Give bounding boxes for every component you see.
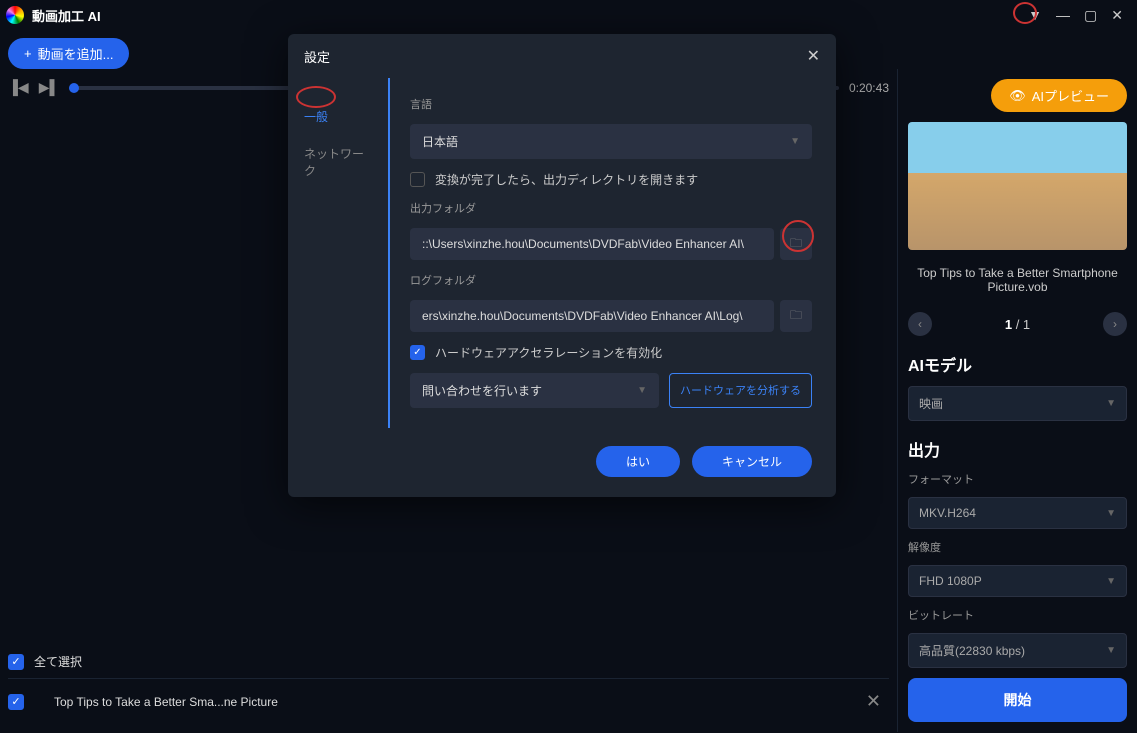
format-select[interactable]: MKV.H264 ▼ [908,497,1127,529]
pager: ‹ 1 / 1 › [908,312,1127,336]
format-label: フォーマット [908,471,1127,487]
ai-preview-button[interactable]: 👁 AIプレビュー [991,79,1127,112]
pager-prev-icon[interactable]: ‹ [908,312,932,336]
language-select[interactable]: 日本語 ▼ [410,124,812,159]
tab-network[interactable]: ネットワーク [288,135,388,189]
dialog-body: 一般 ネットワーク 言語 日本語 ▼ 変換が完了したら、出力ディレクトリを開きま… [288,78,836,428]
language-value: 日本語 [422,133,458,150]
list-header: ✓ 全て選択 [8,645,889,679]
resolution-label: 解像度 [908,539,1127,555]
list-item[interactable]: ✓ Top Tips to Take a Better Sma...ne Pic… [8,679,889,724]
tab-general[interactable]: 一般 [288,98,388,135]
remove-item-icon[interactable]: ✕ [858,691,889,712]
dialog-close-icon[interactable]: ✕ [807,46,820,66]
resolution-value: FHD 1080P [919,574,982,588]
chevron-down-icon: ▼ [1106,576,1116,587]
add-video-label: 動画を追加... [38,44,114,63]
ai-model-value: 映画 [919,395,943,412]
minimize-icon[interactable]: — [1056,7,1070,23]
hw-analyze-button[interactable]: ハードウェアを分析する [669,373,812,408]
preview-thumbnail [908,122,1127,250]
log-folder-label: ログフォルダ [410,272,812,288]
pager-count: 1 / 1 [1005,317,1030,332]
timeline-handle[interactable] [69,83,79,93]
ai-model-select[interactable]: 映画 ▼ [908,386,1127,421]
bitrate-label: ビットレート [908,607,1127,623]
bitrate-value: 高品質(22830 kbps) [919,642,1025,659]
log-folder-row: ers\xinzhe.hou\Documents\DVDFab\Video En… [410,300,812,332]
dropdown-icon[interactable]: ▼ [1028,7,1042,23]
ok-button[interactable]: はい [596,446,680,477]
format-value: MKV.H264 [919,506,976,520]
prev-icon[interactable]: ▐◀ [8,79,29,96]
chevron-down-icon: ▼ [637,385,647,396]
chevron-down-icon: ▼ [1106,645,1116,656]
output-folder-browse-icon[interactable]: 🗀 [780,228,812,260]
app-logo-icon [6,6,24,24]
hw-query-row: 問い合わせを行います ▼ ハードウェアを分析する [410,373,812,408]
close-icon[interactable]: ✕ [1111,7,1123,24]
dialog-header: 設定 ✕ [288,34,836,78]
hw-accel-row: ✓ ハードウェアアクセラレーションを有効化 [410,344,812,361]
log-folder-input[interactable]: ers\xinzhe.hou\Documents\DVDFab\Video En… [410,300,774,332]
maximize-icon[interactable]: ▢ [1084,7,1097,24]
open-output-checkbox[interactable] [410,172,425,187]
dialog-footer: はい キャンセル [288,428,836,497]
log-folder-browse-icon[interactable]: 🗀 [780,300,812,332]
chevron-down-icon: ▼ [1106,508,1116,519]
dialog-sidebar: 一般 ネットワーク [288,78,388,428]
language-label: 言語 [410,96,812,112]
app-title: 動画加工 AI [32,6,101,25]
right-panel: 👁 AIプレビュー Top Tips to Take a Better Smar… [897,69,1137,732]
pager-next-icon[interactable]: › [1103,312,1127,336]
ai-model-title: AIモデル [908,352,1127,376]
timecode: 0:20:43 [849,81,889,95]
resolution-select[interactable]: FHD 1080P ▼ [908,565,1127,597]
eye-icon: 👁 [1009,88,1026,104]
ai-preview-label: AIプレビュー [1032,86,1109,105]
select-all-checkbox[interactable]: ✓ [8,654,24,670]
hw-accel-label: ハードウェアアクセラレーションを有効化 [435,344,662,361]
file-list: ✓ 全て選択 ✓ Top Tips to Take a Better Sma..… [0,637,897,732]
item-label: Top Tips to Take a Better Sma...ne Pictu… [54,695,278,709]
open-output-row: 変換が完了したら、出力ディレクトリを開きます [410,171,812,188]
hw-query-select[interactable]: 問い合わせを行います ▼ [410,373,659,408]
output-title: 出力 [908,437,1127,461]
cancel-button[interactable]: キャンセル [692,446,812,477]
output-folder-input[interactable]: ::\Users\xinzhe.hou\Documents\DVDFab\Vid… [410,228,774,260]
window-controls: ▼ — ▢ ✕ [1028,7,1131,24]
preview-caption: Top Tips to Take a Better Smartphone Pic… [908,266,1127,294]
select-all-label: 全て選択 [34,653,82,670]
bitrate-select[interactable]: 高品質(22830 kbps) ▼ [908,633,1127,668]
chevron-down-icon: ▼ [1106,398,1116,409]
next-icon[interactable]: ▶▌ [39,79,60,96]
chevron-down-icon: ▼ [790,136,800,147]
add-video-button[interactable]: + 動画を追加... [8,38,129,69]
title-bar: 動画加工 AI ▼ — ▢ ✕ [0,0,1137,30]
dialog-title: 設定 [304,47,330,66]
start-button[interactable]: 開始 [908,678,1127,722]
hw-accel-checkbox[interactable]: ✓ [410,345,425,360]
open-output-label: 変換が完了したら、出力ディレクトリを開きます [435,171,698,188]
output-folder-label: 出力フォルダ [410,200,812,216]
hw-query-value: 問い合わせを行います [422,382,542,399]
item-checkbox[interactable]: ✓ [8,694,24,710]
dialog-content: 言語 日本語 ▼ 変換が完了したら、出力ディレクトリを開きます 出力フォルダ :… [388,78,836,428]
output-folder-row: ::\Users\xinzhe.hou\Documents\DVDFab\Vid… [410,228,812,260]
settings-dialog: 設定 ✕ 一般 ネットワーク 言語 日本語 ▼ 変換が完了したら、出力ディレクト… [288,34,836,497]
plus-icon: + [24,46,32,61]
